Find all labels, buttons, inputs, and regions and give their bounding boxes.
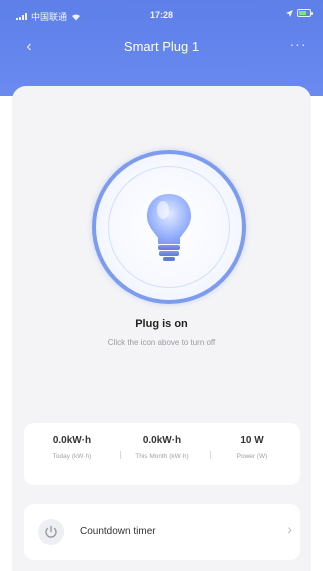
- battery-icon: [297, 9, 313, 17]
- more-dots-icon: ···: [289, 36, 307, 52]
- stat-today-label: Today (kW·h): [52, 453, 92, 460]
- light-bulb-icon: [147, 194, 191, 261]
- chevron-right-icon: ›: [287, 521, 292, 537]
- countdown-timer-label: Countdown timer: [80, 526, 156, 537]
- status-time: 17:28: [149, 10, 174, 20]
- stat-power: 10 W Power (W): [212, 435, 292, 461]
- plug-status-text: Plug is on: [135, 318, 188, 330]
- power-icon: [45, 525, 57, 538]
- location-icon: [286, 9, 293, 17]
- stat-divider: [120, 451, 121, 459]
- stat-today-value: 0.0kW·h: [52, 435, 92, 446]
- power-toggle-button[interactable]: [92, 150, 246, 304]
- stat-month: 0.0kW·h This Month (kW·h): [122, 435, 202, 461]
- stat-divider: [210, 451, 211, 459]
- stat-power-value: 10 W: [240, 435, 264, 446]
- plug-hint-text: Click the icon above to turn off: [107, 338, 216, 347]
- timer-icon-bg: [38, 519, 64, 545]
- status-right: [286, 9, 313, 17]
- page-title: Smart Plug 1: [123, 39, 200, 54]
- header: 中国联通 17:28 ‹ Smart Plug 1 ···: [0, 0, 323, 96]
- smart-plug-screen: 中国联通 17:28 ‹ Smart Plug 1 ··· Plug is on…: [0, 0, 323, 571]
- stat-power-label: Power (W): [236, 453, 268, 460]
- status-bar: 中国联通 17:28: [0, 0, 323, 28]
- stat-month-value: 0.0kW·h: [142, 435, 182, 446]
- countdown-timer-row[interactable]: Countdown timer ›: [24, 504, 300, 560]
- stat-month-label: This Month (kW·h): [135, 453, 189, 460]
- more-options-button[interactable]: ···: [285, 36, 311, 56]
- energy-stats-card: 0.0kW·h Today (kW·h) 0.0kW·h This Month …: [24, 423, 300, 485]
- stat-today: 0.0kW·h Today (kW·h): [32, 435, 112, 461]
- nav-bar: ‹ Smart Plug 1 ···: [0, 32, 323, 62]
